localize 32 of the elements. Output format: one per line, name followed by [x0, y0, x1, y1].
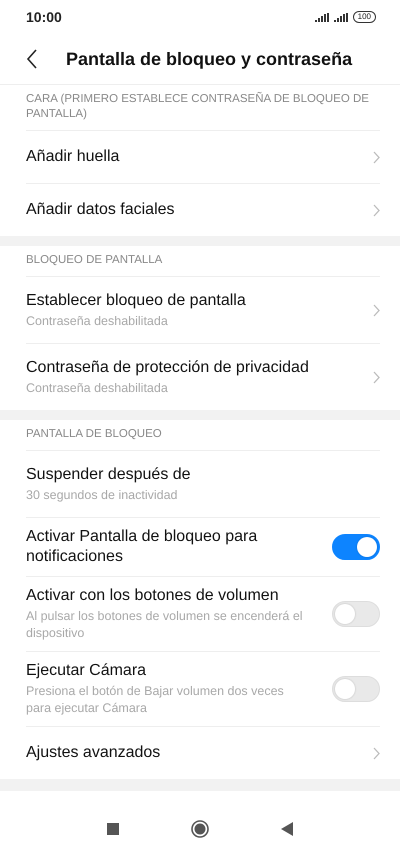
chevron-icon[interactable] — [373, 370, 380, 384]
setting-title[interactable]: Activar Pantalla de bloqueo para notificaciones — [26, 527, 308, 567]
home-icon[interactable] — [191, 820, 209, 838]
chevron-icon[interactable] — [373, 150, 380, 164]
setting-description: Contraseña deshabilitada — [26, 312, 169, 330]
section-header: BLOQUEO DE PANTALLA — [26, 246, 380, 277]
setting-title[interactable]: Ejecutar Cámara — [26, 661, 308, 681]
setting-title[interactable]: Añadir datos faciales — [26, 200, 349, 220]
square-icon[interactable] — [107, 822, 119, 834]
setting-title[interactable]: Contraseña de protección de privacidad — [26, 358, 349, 378]
setting-title[interactable]: Añadir huella — [26, 147, 349, 167]
back-icon[interactable] — [26, 49, 38, 69]
battery-level: 100 — [352, 11, 376, 23]
section-header: PANTALLA DE BLOQUEO — [26, 420, 380, 451]
chevron-icon[interactable] — [373, 746, 380, 760]
setting-title[interactable]: Activar con los botones de volumen — [26, 586, 308, 606]
setting-description: Contraseña deshabilitada — [26, 380, 169, 396]
chevron-icon[interactable] — [373, 204, 380, 216]
setting-description: Presiona el botón de Bajar volumen dos veces para ejecutar Cámara — [26, 683, 285, 717]
setting-description: 30 segundos de inactividad — [26, 486, 179, 504]
setting-title[interactable]: Suspender después de — [26, 464, 370, 484]
signal-icon — [314, 12, 329, 22]
signal-icon — [334, 12, 348, 22]
page-title: Pantalla de bloqueo y contraseña — [66, 48, 352, 70]
back-triangle-icon[interactable] — [281, 822, 293, 836]
chevron-icon[interactable] — [373, 304, 380, 316]
setting-description: Al pulsar los botones de volumen se encenderá el dispositivo — [26, 608, 304, 642]
setting-title[interactable]: Establecer bloqueo de pantalla — [26, 290, 349, 310]
status-time: 10:00 — [26, 9, 62, 25]
setting-title[interactable]: Ajustes avanzados — [26, 743, 349, 763]
toggle-switch[interactable] — [332, 534, 380, 560]
section-header: CARA (PRIMERO ESTABLECE CONTRASEÑA DE BLOQUEO DE PANTALLA) — [26, 85, 380, 131]
